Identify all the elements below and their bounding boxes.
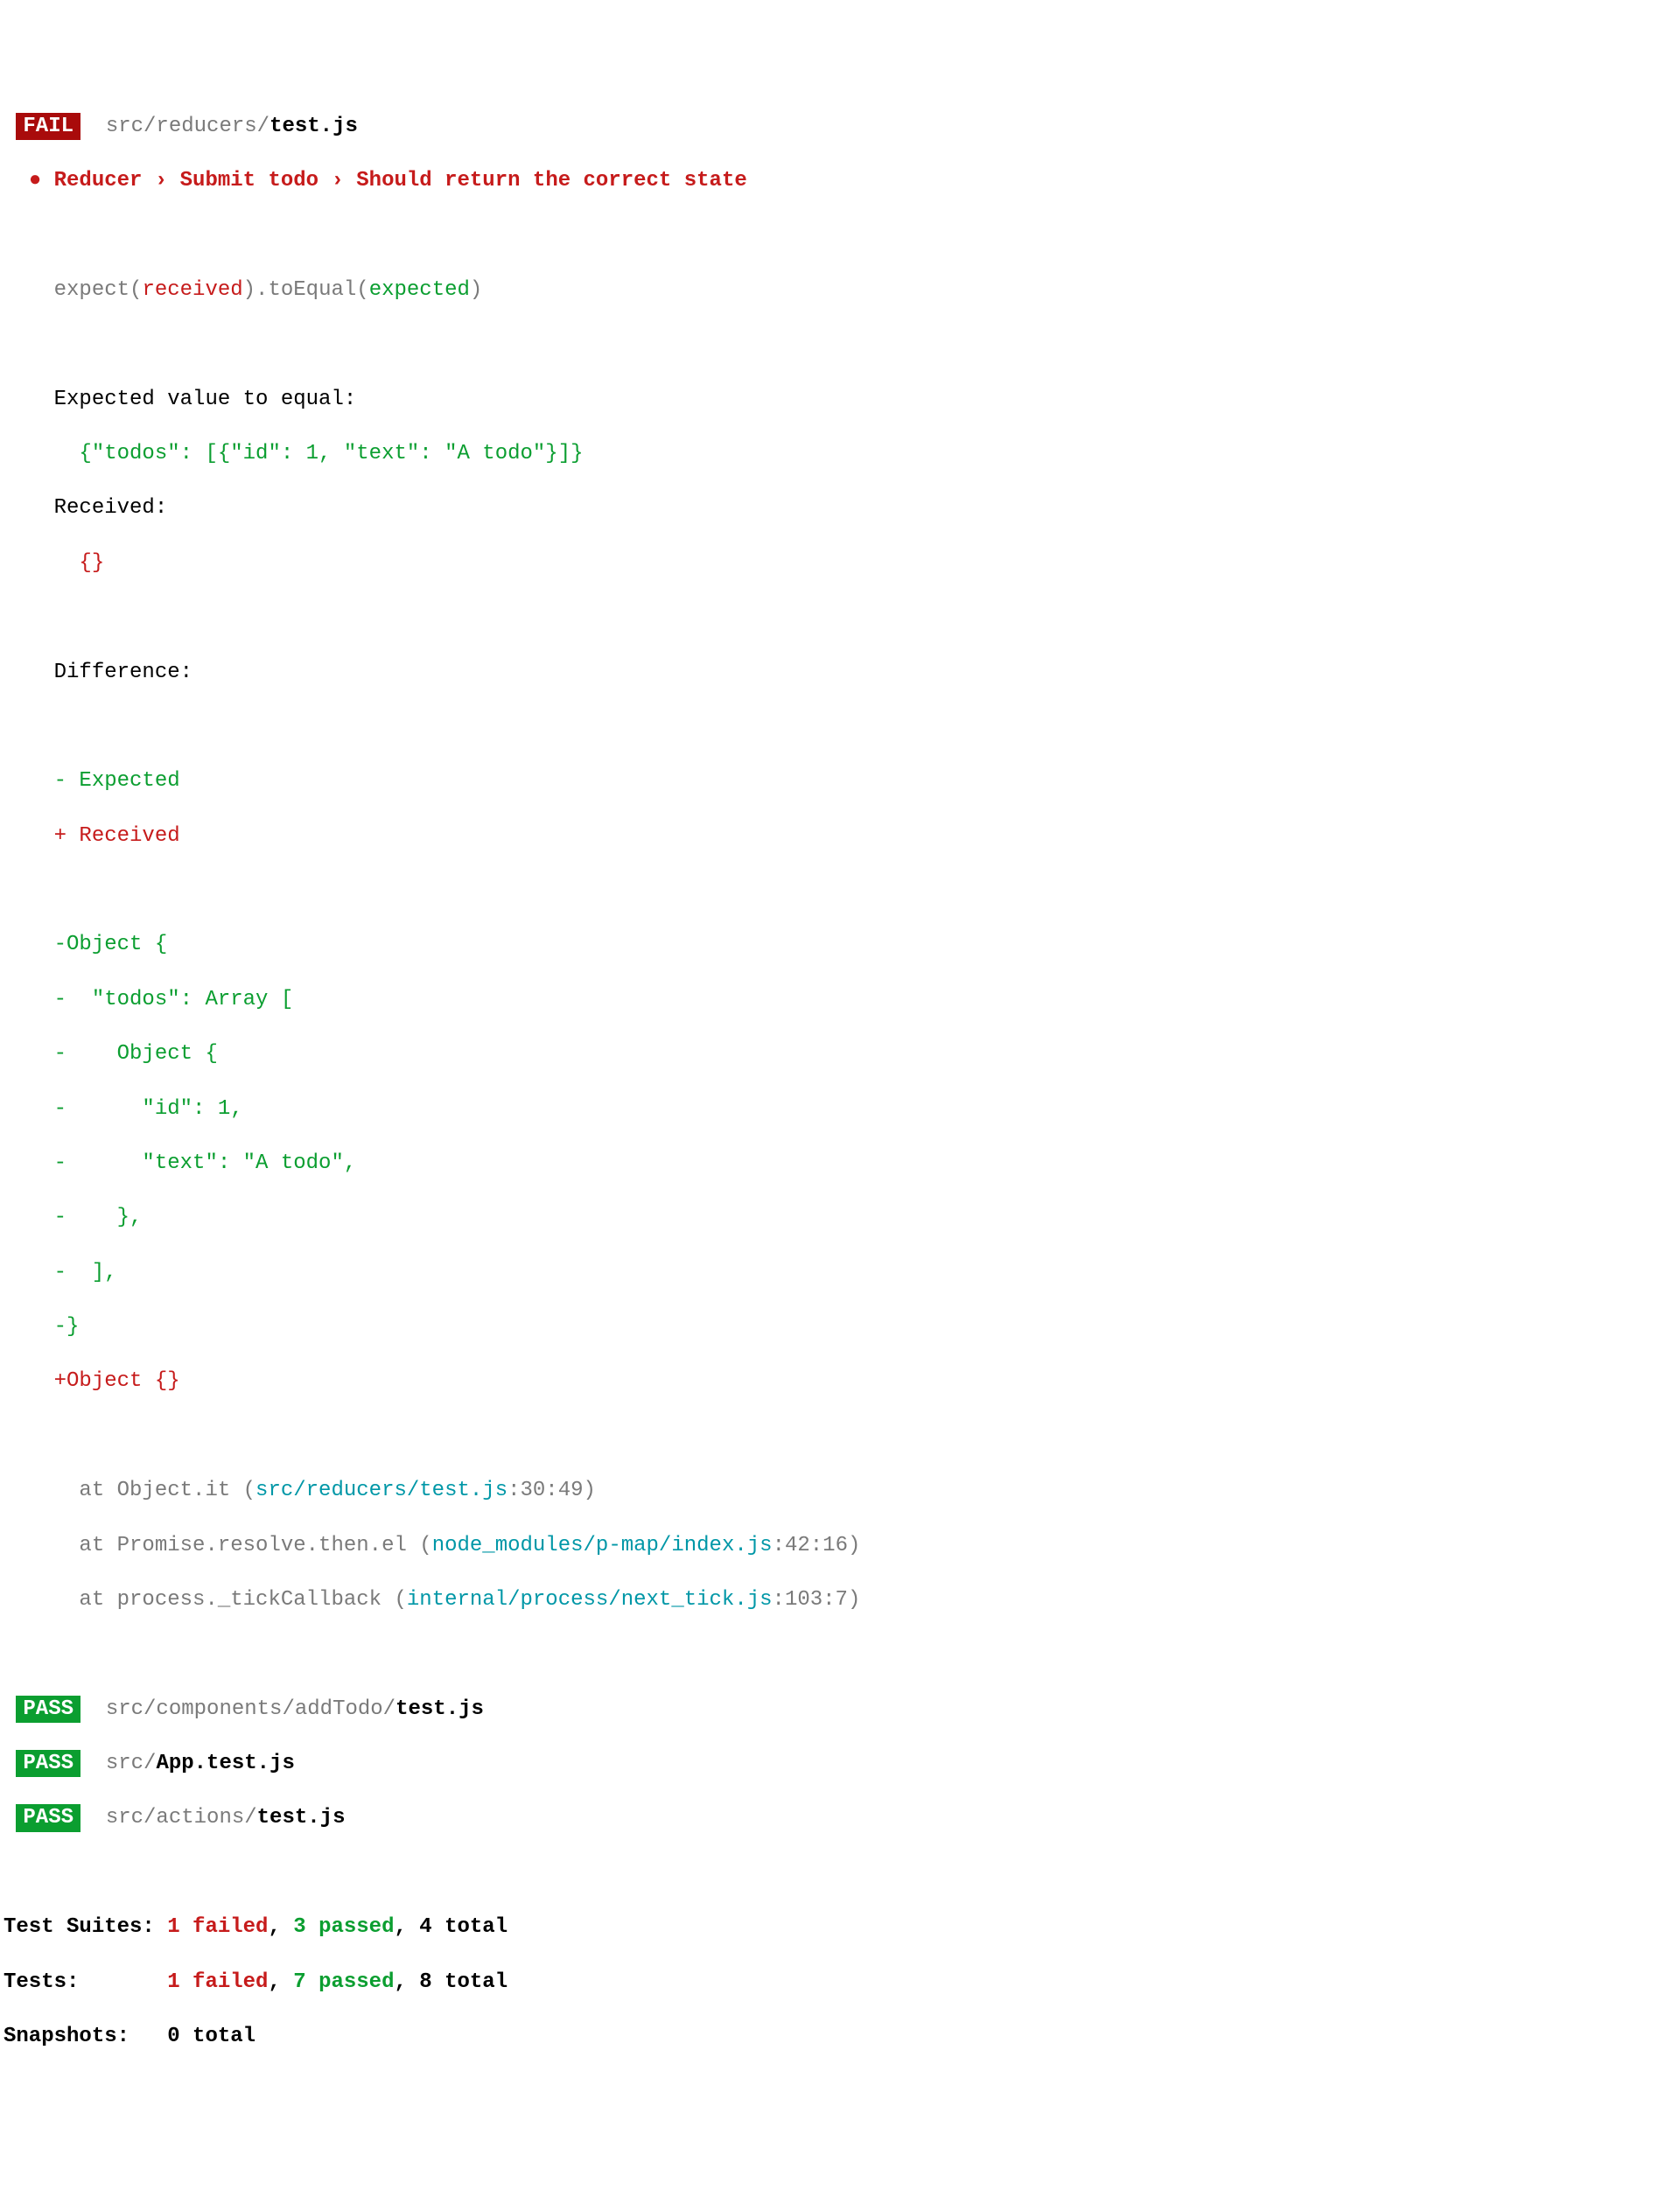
expect-line: expect(received).toEqual(expected) xyxy=(4,276,1676,304)
file-path-file: App.test.js xyxy=(156,1752,294,1775)
fail-badge: FAIL xyxy=(16,113,80,140)
diff-line: -Object { xyxy=(4,931,1676,958)
blank-line xyxy=(4,713,1676,740)
pass-badge: PASS xyxy=(16,1804,80,1831)
file-path-dir: src/actions/ xyxy=(93,1806,256,1830)
difference-label: Difference: xyxy=(4,659,1676,686)
stack-file-link: internal/process/next_tick.js xyxy=(407,1588,773,1612)
blank-line xyxy=(4,877,1676,904)
test-name-text: Reducer › Submit todo › Should return th… xyxy=(41,169,747,192)
diff-legend-expected: - Expected xyxy=(4,767,1676,794)
summary-suites: Test Suites: 1 failed, 3 passed, 4 total xyxy=(4,1914,1676,1941)
expect-p3: ) xyxy=(470,278,482,302)
expect-p1: expect( xyxy=(54,278,143,302)
blank-line xyxy=(4,331,1676,358)
stack-file-link: src/reducers/test.js xyxy=(256,1479,508,1502)
summary-tests: Tests: 1 failed, 7 passed, 8 total xyxy=(4,1969,1676,1996)
diff-line: - "text": "A todo", xyxy=(4,1150,1676,1177)
expected-label: Expected value to equal: xyxy=(4,386,1676,413)
pass-row: PASS src/actions/test.js xyxy=(4,1804,1676,1831)
file-path-dir: src/components/addTodo/ xyxy=(93,1697,396,1721)
pass-row: PASS src/components/addTodo/test.js xyxy=(4,1696,1676,1723)
pass-row: PASS src/App.test.js xyxy=(4,1750,1676,1777)
fail-header-line: FAIL src/reducers/test.js xyxy=(4,113,1676,140)
stack-line: at process._tickCallback (internal/proce… xyxy=(4,1586,1676,1613)
pass-badge: PASS xyxy=(16,1750,80,1777)
file-path-file: test.js xyxy=(270,115,358,138)
received-label: Received: xyxy=(4,494,1676,521)
diff-legend-received: + Received xyxy=(4,822,1676,850)
blank-line xyxy=(4,604,1676,631)
test-name-line: ● Reducer › Submit todo › Should return … xyxy=(4,167,1676,194)
diff-line: - Object { xyxy=(4,1040,1676,1067)
diff-line: - ], xyxy=(4,1259,1676,1286)
stack-line: at Promise.resolve.then.el (node_modules… xyxy=(4,1532,1676,1559)
blank-line xyxy=(4,1641,1676,1668)
file-path-dir: src/reducers/ xyxy=(93,115,270,138)
blank-line xyxy=(4,1423,1676,1450)
expect-received: received xyxy=(142,278,242,302)
stack-file-link: node_modules/p-map/index.js xyxy=(432,1534,773,1557)
expect-p2: ).toEqual( xyxy=(243,278,369,302)
pass-badge: PASS xyxy=(16,1696,80,1723)
diff-line: - }, xyxy=(4,1204,1676,1231)
stack-line: at Object.it (src/reducers/test.js:30:49… xyxy=(4,1477,1676,1504)
expect-expected: expected xyxy=(369,278,470,302)
received-value: {} xyxy=(4,549,1676,577)
file-path-file: test.js xyxy=(396,1697,484,1721)
file-path-dir: src/ xyxy=(93,1752,156,1775)
diff-line: -} xyxy=(4,1313,1676,1340)
bullet-icon: ● xyxy=(29,167,41,194)
diff-line: - "todos": Array [ xyxy=(4,986,1676,1013)
file-path-file: test.js xyxy=(257,1806,346,1830)
diff-line: +Object {} xyxy=(4,1368,1676,1395)
blank-line xyxy=(4,222,1676,249)
expected-value: {"todos": [{"id": 1, "text": "A todo"}]} xyxy=(4,440,1676,467)
blank-line xyxy=(4,1859,1676,1886)
summary-snapshots: Snapshots: 0 total xyxy=(4,2023,1676,2050)
diff-line: - "id": 1, xyxy=(4,1095,1676,1123)
